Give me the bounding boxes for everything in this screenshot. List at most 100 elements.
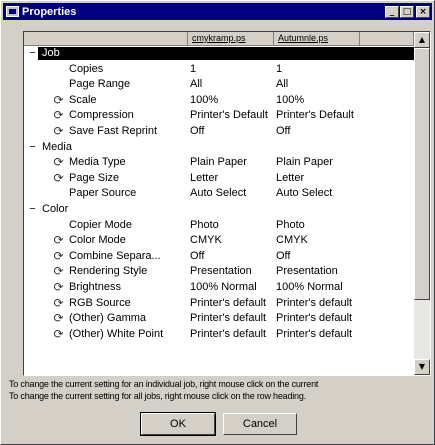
collapse-toggle-icon[interactable]: − [28,46,37,62]
property-label: Combine Separa... [69,249,161,262]
property-label: Copies [69,62,104,75]
property-value-job-1[interactable]: Letter [188,171,272,187]
property-value-job-2[interactable]: Letter [274,171,358,187]
group-row[interactable]: − Job [24,46,414,62]
cancel-button[interactable]: Cancel [223,413,297,435]
property-row[interactable]: ⟳ Media Type Plain Paper Plain Paper [24,155,414,171]
property-label: Save Fast Reprint [69,124,158,137]
property-label: Scale [69,93,97,106]
close-button[interactable]: × [416,5,430,18]
property-value-job-1[interactable]: Presentation [188,264,272,280]
window-icon [6,6,19,17]
property-value-job-2[interactable]: Plain Paper [274,155,358,171]
refresh-icon: ⟳ [53,233,64,248]
property-value-job-2[interactable]: Off [274,249,358,265]
refresh-icon: ⟳ [53,279,64,294]
property-value-job-2[interactable]: Off [274,124,358,140]
property-label: Paper Source [69,187,137,200]
property-value-job-1[interactable]: 1 [188,62,272,78]
property-value-job-1[interactable]: Printer's default [188,311,272,327]
property-row[interactable]: ⟳ Save Fast Reprint Off Off [24,124,414,140]
column-header-empty [360,32,414,46]
column-header-job-1[interactable]: cmykramp.ps [188,32,274,46]
refresh-icon: ⟳ [53,311,64,326]
property-row[interactable]: ⟳ RGB Source Printer's default Printer's de… [24,296,414,312]
help-line-all-jobs: To change the current setting for all jo… [9,391,306,401]
property-row[interactable]: ⟳ Scale 100% 100% [24,93,414,109]
scroll-down-button[interactable]: ▼ [414,359,430,375]
scroll-thumb[interactable] [414,48,430,300]
scroll-up-button[interactable]: ▲ [414,32,430,48]
title-bar[interactable]: Properties _ □ × [3,3,432,20]
property-value-job-2[interactable]: Printer's default [274,327,358,343]
property-value-job-1[interactable]: CMYK [188,233,272,249]
property-row[interactable]: ⟳ (Other) Gamma Printer's default Printer's… [24,311,414,327]
refresh-icon: ⟳ [53,326,64,341]
property-label: Compression [69,109,134,122]
property-value-job-2[interactable]: Printer's Default [274,108,358,124]
property-label: Color Mode [69,234,126,247]
property-row[interactable]: ⟳ Compression Printer's Default Printer's D… [24,108,414,124]
property-value-job-1[interactable]: 100% Normal [188,280,272,296]
property-value-job-2[interactable]: Printer's default [274,296,358,312]
ok-button[interactable]: OK [140,412,216,436]
group-row[interactable]: − Media [24,140,414,156]
collapse-toggle-icon[interactable]: − [28,202,37,218]
group-row[interactable]: − Color [24,202,414,218]
property-value-job-1[interactable]: Off [188,124,272,140]
property-value-job-2[interactable]: Auto Select [274,186,358,202]
property-value-job-2[interactable]: 100% [274,93,358,109]
property-row[interactable]: Page Range All All [24,77,414,93]
property-value-job-2[interactable]: Printer's default [274,311,358,327]
property-row[interactable]: ⟳ Rendering Style Presentation Presentation [24,264,414,280]
property-row[interactable]: ⟳ Color Mode CMYK CMYK [24,233,414,249]
refresh-icon: ⟳ [53,123,64,138]
property-value-job-1[interactable]: 100% [188,93,272,109]
refresh-icon: ⟳ [53,108,64,123]
properties-window: Properties _ □ × cmykramp.ps Autumnle.ps… [0,0,435,445]
property-value-job-1[interactable]: Photo [188,218,272,234]
property-row[interactable]: ⟳ Page Size Letter Letter [24,171,414,187]
help-line-individual: To change the current setting for an ind… [9,379,319,389]
property-value-job-1[interactable]: Printer's Default [188,108,272,124]
property-row[interactable]: ⟳ Brightness 100% Normal 100% Normal [24,280,414,296]
refresh-icon: ⟳ [53,295,64,310]
property-value-job-2[interactable]: CMYK [274,233,358,249]
help-text: To change the current setting for an ind… [9,378,429,402]
refresh-icon: ⟳ [53,155,64,170]
grid-content: cmykramp.ps Autumnle.ps − Job Copies 1 1 Page… [24,32,414,375]
property-label: (Other) White Point [69,327,164,340]
property-value-job-2[interactable]: Presentation [274,264,358,280]
vertical-scrollbar[interactable]: ▲ ▼ [414,32,430,375]
property-row[interactable]: ⟳ (Other) White Point Printer's default Pri… [24,327,414,343]
refresh-icon: ⟳ [53,264,64,279]
column-header-job-2[interactable]: Autumnle.ps [274,32,360,46]
property-value-job-2[interactable]: Photo [274,218,358,234]
column-header-property[interactable] [24,32,188,46]
properties-grid[interactable]: cmykramp.ps Autumnle.ps − Job Copies 1 1 Page… [23,31,431,376]
refresh-icon: ⟳ [53,170,64,185]
property-value-job-1[interactable]: Off [188,249,272,265]
property-value-job-1[interactable]: Printer's default [188,296,272,312]
minimize-button[interactable]: _ [385,5,399,18]
collapse-toggle-icon[interactable]: − [28,140,37,156]
property-value-job-2[interactable]: All [274,77,358,93]
group-label: Job [42,47,60,59]
property-label: RGB Source [69,296,131,309]
property-row[interactable]: ⟳ Combine Separa... Off Off [24,249,414,265]
property-row[interactable]: Copies 1 1 [24,62,414,78]
property-label: Media Type [69,156,126,169]
property-label: Page Size [69,171,120,184]
refresh-icon: ⟳ [53,92,64,107]
property-value-job-1[interactable]: Plain Paper [188,155,272,171]
property-value-job-1[interactable]: Auto Select [188,186,272,202]
property-value-job-1[interactable]: Printer's default [188,327,272,343]
property-value-job-1[interactable]: All [188,77,272,93]
property-label: Copier Mode [69,218,132,231]
property-value-job-2[interactable]: 100% Normal [274,280,358,296]
maximize-button[interactable]: □ [400,5,414,18]
property-row[interactable]: Copier Mode Photo Photo [24,218,414,234]
property-label: Rendering Style [69,265,148,278]
property-row[interactable]: Paper Source Auto Select Auto Select [24,186,414,202]
property-value-job-2[interactable]: 1 [274,62,358,78]
